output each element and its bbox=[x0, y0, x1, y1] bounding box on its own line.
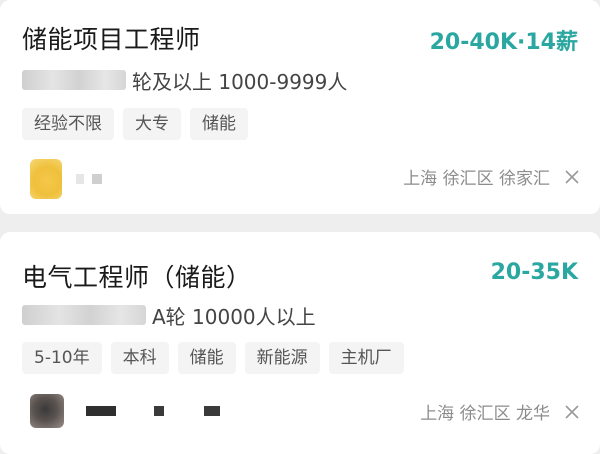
salary: 20-35K bbox=[490, 260, 578, 285]
tag: 经验不限 bbox=[22, 108, 114, 140]
tag: 大专 bbox=[123, 108, 181, 140]
tag: 储能 bbox=[190, 108, 248, 140]
recruiter-company-blurred bbox=[204, 406, 220, 416]
avatar bbox=[30, 159, 62, 199]
recruiter-title-blurred bbox=[92, 174, 102, 184]
job-title: 电气工程师（储能） bbox=[22, 263, 252, 292]
job-card[interactable]: 电气工程师（储能） 20-35K A轮 10000人以上 5-10年 本科 储能… bbox=[0, 232, 600, 454]
recruiter[interactable] bbox=[30, 159, 102, 199]
company-name-blurred bbox=[22, 70, 126, 90]
close-icon[interactable] bbox=[564, 169, 580, 185]
tag: 本科 bbox=[110, 342, 169, 374]
recruiter[interactable] bbox=[30, 394, 220, 428]
avatar bbox=[30, 394, 64, 428]
tag: 储能 bbox=[177, 342, 236, 374]
location-text: 上海 徐汇区 龙华 bbox=[420, 404, 550, 424]
tag: 5-10年 bbox=[22, 342, 102, 374]
job-title: 储能项目工程师 bbox=[22, 25, 201, 54]
recruiter-name-blurred bbox=[76, 174, 84, 184]
location-text: 上海 徐汇区 徐家汇 bbox=[403, 169, 550, 189]
company-line: 轮及以上 1000-9999人 bbox=[22, 65, 347, 95]
close-icon[interactable] bbox=[564, 404, 580, 420]
tag-list: 5-10年 本科 储能 新能源 主机厂 bbox=[22, 342, 404, 374]
recruiter-name-blurred bbox=[86, 406, 116, 416]
company-line: A轮 10000人以上 bbox=[22, 300, 316, 330]
tag: 新能源 bbox=[244, 342, 320, 374]
salary: 20-40K·14薪 bbox=[429, 30, 578, 55]
recruiter-title-blurred bbox=[154, 406, 164, 416]
tag-list: 经验不限 大专 储能 bbox=[22, 108, 248, 140]
location: 上海 徐汇区 徐家汇 bbox=[403, 164, 580, 189]
company-info: 轮及以上 1000-9999人 bbox=[132, 69, 348, 94]
location: 上海 徐汇区 龙华 bbox=[420, 399, 580, 424]
tag: 主机厂 bbox=[328, 342, 404, 374]
job-card[interactable]: 储能项目工程师 20-40K·14薪 轮及以上 1000-9999人 经验不限 … bbox=[0, 0, 600, 214]
company-info: A轮 10000人以上 bbox=[152, 304, 316, 329]
company-name-blurred bbox=[22, 305, 146, 325]
